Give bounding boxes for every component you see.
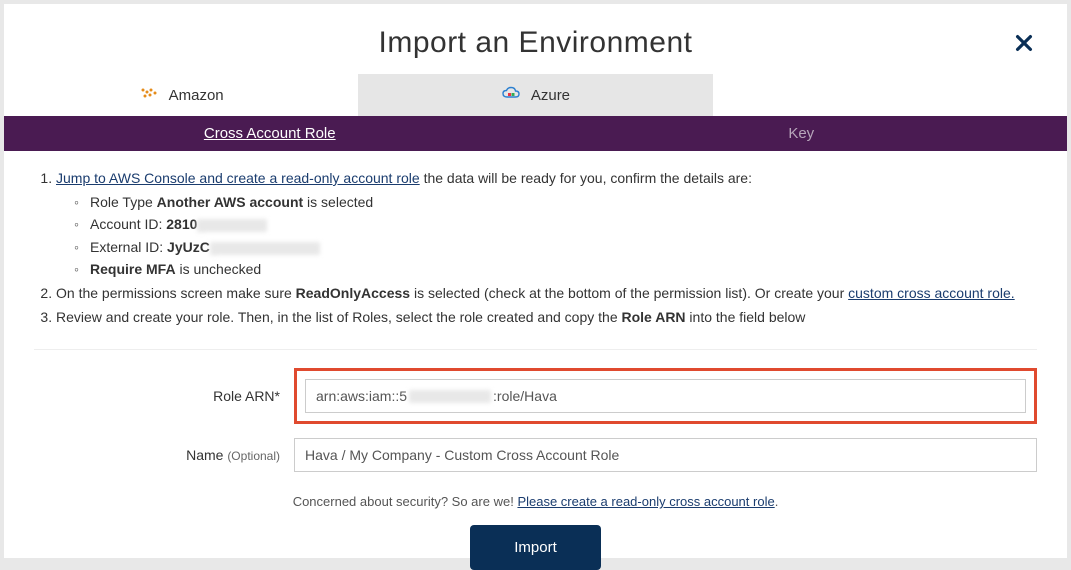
bullet-account-id: Account ID: 2810x [74,215,1037,235]
modal-title: Import an Environment [24,26,1047,60]
step-1-tail: the data will be ready for you, confirm … [420,170,752,186]
tab-empty [713,74,1067,116]
bullet-roletype: Role Type Another AWS account is selecte… [74,193,1037,213]
provider-tabs: Amazon Azure [4,74,1067,116]
readonly-role-link[interactable]: Please create a read-only cross account … [517,494,774,509]
sub-tabs: Cross Account Role Key [4,116,1067,151]
tab-azure-label: Azure [531,87,570,104]
aws-console-link[interactable]: Jump to AWS Console and create a read-on… [56,170,420,186]
step-3: Review and create your role. Then, in th… [56,308,1037,328]
redacted-arn: x [409,390,491,403]
bullet-external-id: External ID: JyUzCx [74,238,1037,258]
import-button[interactable]: Import [470,525,601,570]
role-arn-input[interactable]: arn:aws:iam::5x:role/Hava [305,379,1026,413]
subtab-key[interactable]: Key [536,116,1068,151]
modal-header: Import an Environment [4,4,1067,74]
subtab-cross-account-role[interactable]: Cross Account Role [4,116,536,151]
bullet-mfa: Require MFA is unchecked [74,260,1037,280]
role-arn-label: Role ARN* [34,388,294,404]
aws-icon [139,86,159,104]
azure-cloud-icon [501,86,521,104]
step-1: Jump to AWS Console and create a read-on… [56,169,1037,280]
instructions: Jump to AWS Console and create a read-on… [4,151,1067,339]
role-arn-highlight: arn:aws:iam::5x:role/Hava [294,368,1037,424]
tab-amazon-label: Amazon [169,87,224,104]
row-role-arn: Role ARN* arn:aws:iam::5x:role/Hava [34,368,1037,424]
row-name: Name (Optional) [34,438,1037,472]
custom-role-link[interactable]: custom cross account role. [848,285,1015,301]
name-label: Name (Optional) [34,447,294,463]
step-2: On the permissions screen make sure Read… [56,284,1037,304]
form: Role ARN* arn:aws:iam::5x:role/Hava Name… [4,350,1067,486]
name-input[interactable] [294,438,1037,472]
close-icon[interactable] [1013,32,1035,59]
import-environment-modal: Import an Environment Amazon Azure Cross… [4,4,1067,558]
tab-azure[interactable]: Azure [358,74,712,116]
security-note: Concerned about security? So are we! Ple… [4,494,1067,509]
redacted-account: x [197,219,267,232]
redacted-external: x [210,242,320,255]
tab-amazon[interactable]: Amazon [4,74,358,116]
